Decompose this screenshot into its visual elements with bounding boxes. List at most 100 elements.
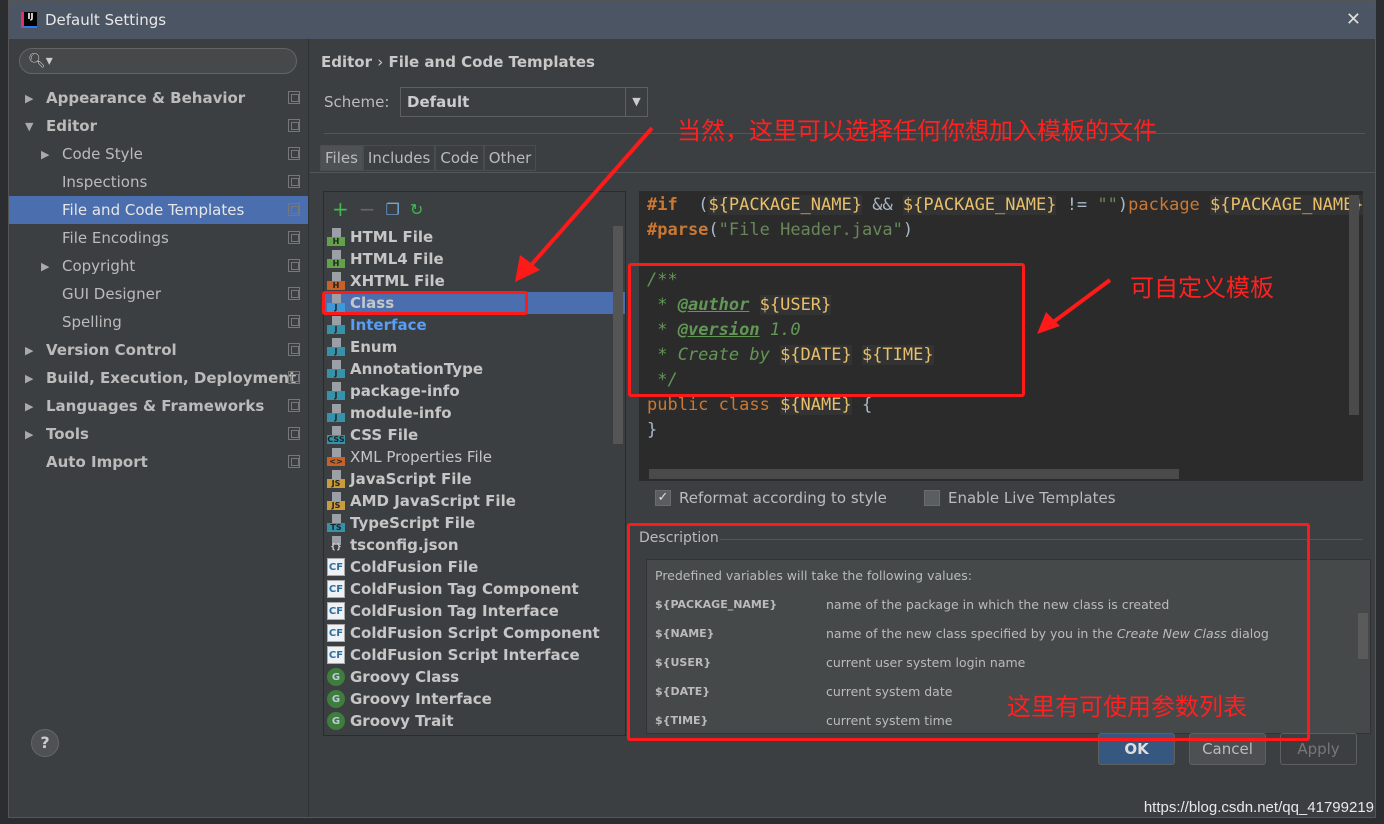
template-item[interactable]: J Enum: [324, 336, 625, 358]
tab-other[interactable]: Other: [483, 145, 537, 171]
file-badge: J: [327, 391, 345, 400]
coldfusion-file-icon: CF: [327, 602, 345, 620]
file-badge: J: [327, 413, 345, 422]
sidebar-item[interactable]: GUI Designer: [9, 280, 308, 308]
sidebar-item[interactable]: Auto Import: [9, 448, 308, 476]
reformat-checkbox[interactable]: ✓ Reformat according to style: [655, 489, 887, 507]
coldfusion-file-icon: CF: [327, 558, 345, 576]
annotation-box-class: [322, 291, 528, 315]
sidebar-item[interactable]: File Encodings: [9, 224, 308, 252]
scheme-value: Default: [407, 93, 470, 111]
template-item[interactable]: J Interface: [324, 314, 625, 336]
sidebar-item[interactable]: ▶ Appearance & Behavior: [9, 84, 308, 112]
sidebar-item-label: Copyright: [62, 257, 136, 275]
tab-code[interactable]: Code: [435, 145, 484, 171]
template-item[interactable]: CF ColdFusion File: [324, 556, 625, 578]
expand-arrow-icon[interactable]: ▶: [41, 260, 55, 273]
template-label: TypeScript File: [350, 514, 476, 532]
file-type-icon: J: [327, 404, 345, 422]
copy-settings-icon: [288, 203, 300, 216]
template-item[interactable]: <> XML Properties File: [324, 446, 625, 468]
file-type-icon: H: [327, 250, 345, 268]
sidebar-item[interactable]: Spelling: [9, 308, 308, 336]
template-label: Enum: [350, 338, 398, 356]
template-item[interactable]: {} tsconfig.json: [324, 534, 625, 556]
template-item[interactable]: CSS CSS File: [324, 424, 625, 446]
help-button[interactable]: ?: [31, 729, 59, 757]
template-item[interactable]: CF ColdFusion Script Interface: [324, 644, 625, 666]
template-item[interactable]: CF ColdFusion Tag Component: [324, 578, 625, 600]
reformat-label: Reformat according to style: [679, 489, 887, 507]
file-type-icon: JS: [327, 492, 345, 510]
expand-arrow-icon[interactable]: ▶: [25, 372, 39, 385]
template-label: XML Properties File: [350, 448, 493, 466]
template-label: ColdFusion File: [350, 558, 479, 576]
list-scrollbar[interactable]: [613, 226, 623, 444]
expand-arrow-icon[interactable]: ▶: [25, 344, 39, 357]
sidebar-item[interactable]: ▶ Languages & Frameworks: [9, 392, 308, 420]
close-icon[interactable]: ✕: [1346, 9, 1361, 30]
template-item[interactable]: JS JavaScript File: [324, 468, 625, 490]
template-item[interactable]: G Groovy Interface: [324, 688, 625, 710]
page-glyph: [332, 470, 341, 479]
add-template-button[interactable]: +: [332, 197, 349, 221]
copy-settings-icon: [288, 231, 300, 244]
expand-arrow-icon[interactable]: ▶: [41, 148, 55, 161]
template-item[interactable]: G Groovy Trait: [324, 710, 625, 732]
expand-arrow-icon[interactable]: ▼: [25, 120, 39, 133]
tab-includes[interactable]: Includes: [362, 145, 436, 171]
sidebar-item-label: Code Style: [62, 145, 143, 163]
description-scrollbar[interactable]: [1358, 613, 1368, 659]
live-templates-checkbox[interactable]: Enable Live Templates: [924, 489, 1116, 507]
remove-template-button[interactable]: −: [359, 197, 376, 221]
template-list: + − ❐ ↻ H HTML File H HTML4 File H XHTML File…: [323, 191, 626, 736]
template-item[interactable]: H XHTML File: [324, 270, 625, 292]
sidebar-item-label: File and Code Templates: [62, 201, 245, 219]
template-item[interactable]: H HTML File: [324, 226, 625, 248]
template-item[interactable]: CF ColdFusion Tag Interface: [324, 600, 625, 622]
template-label: AnnotationType: [350, 360, 484, 378]
file-badge: H: [327, 237, 345, 246]
sidebar-item[interactable]: Inspections: [9, 168, 308, 196]
search-input[interactable]: 🔍︎▾: [19, 48, 297, 74]
expand-arrow-icon[interactable]: ▶: [25, 400, 39, 413]
page-glyph: [332, 492, 341, 501]
template-item[interactable]: TS TypeScript File: [324, 512, 625, 534]
sidebar-item[interactable]: ▼ Editor: [9, 112, 308, 140]
reset-template-icon[interactable]: ↻: [410, 200, 423, 219]
template-item[interactable]: H HTML4 File: [324, 248, 625, 270]
editor-horizontal-scrollbar[interactable]: [649, 469, 1179, 479]
sidebar-item-label: Appearance & Behavior: [46, 89, 246, 107]
page-glyph: [332, 228, 341, 237]
annotation-params: 这里有可使用参数列表: [1007, 693, 1247, 721]
sidebar-item[interactable]: ▶ Copyright: [9, 252, 308, 280]
template-item[interactable]: G Groovy Class: [324, 666, 625, 688]
sidebar-item[interactable]: ▶ Build, Execution, Deployment: [9, 364, 308, 392]
breadcrumb-parent[interactable]: Editor: [321, 53, 372, 71]
sidebar-item[interactable]: ▶ Version Control: [9, 336, 308, 364]
template-label: HTML4 File: [350, 250, 444, 268]
sidebar-item[interactable]: ▶ Tools: [9, 420, 308, 448]
template-item[interactable]: JS AMD JavaScript File: [324, 490, 625, 512]
template-item[interactable]: J AnnotationType: [324, 358, 625, 380]
template-label: Groovy Interface: [350, 690, 492, 708]
template-item[interactable]: CF ColdFusion Script Component: [324, 622, 625, 644]
page-glyph: [332, 448, 341, 457]
editor-vertical-scrollbar[interactable]: [1349, 195, 1359, 415]
template-item[interactable]: Jpackage-info: [324, 380, 625, 402]
sidebar-item[interactable]: ▶ Code Style: [9, 140, 308, 168]
tab-files[interactable]: Files: [320, 145, 363, 171]
code-token: {: [851, 395, 873, 415]
sidebar-item[interactable]: File and Code Templates: [9, 196, 308, 224]
expand-arrow-icon[interactable]: ▶: [25, 428, 39, 441]
scheme-select[interactable]: Default ▼: [400, 87, 648, 117]
code-token: #parse: [647, 220, 709, 240]
copy-template-icon[interactable]: ❐: [386, 200, 400, 219]
file-badge: H: [327, 281, 345, 290]
file-type-icon: J: [327, 338, 345, 356]
annotation-custom: 可自定义模板: [1130, 274, 1274, 302]
annotation-choose: 当然，这里可以选择任何你想加入模板的文件: [677, 117, 1157, 145]
template-label: HTML File: [350, 228, 434, 246]
template-item[interactable]: Jmodule-info: [324, 402, 625, 424]
expand-arrow-icon[interactable]: ▶: [25, 92, 39, 105]
